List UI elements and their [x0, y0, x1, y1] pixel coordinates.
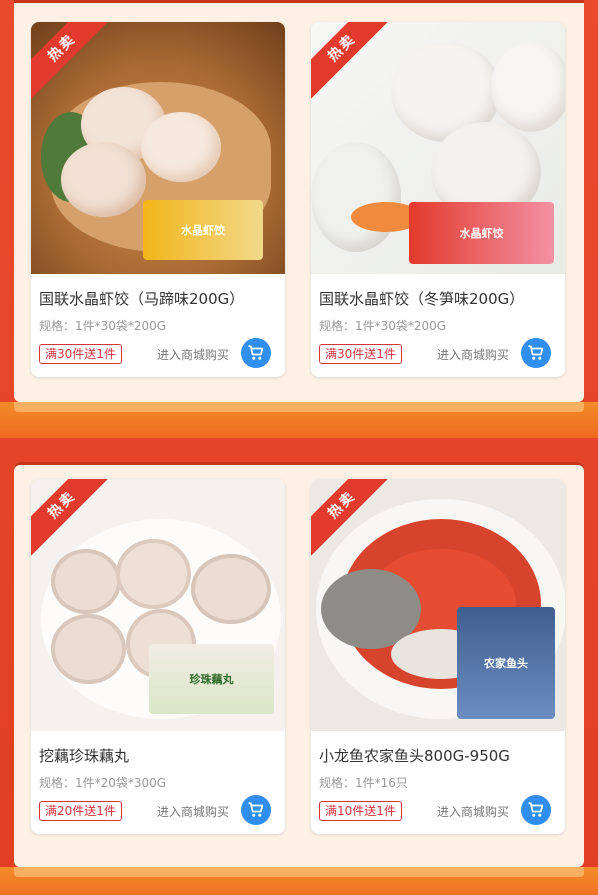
- product-card[interactable]: 水晶虾饺 热卖 国联水晶虾饺（马蹄味200G） 规格：1件*30袋*200G 满…: [31, 22, 285, 377]
- buy-link[interactable]: 进入商城购买: [157, 346, 229, 363]
- product-title[interactable]: 挖藕珍珠藕丸: [39, 745, 129, 766]
- promo-badge: 满30件送1件: [39, 344, 122, 364]
- product-title[interactable]: 小龙鱼农家鱼头800G-950G: [319, 745, 510, 766]
- cart-button[interactable]: [241, 338, 271, 368]
- cart-icon: [528, 802, 544, 817]
- buy-link[interactable]: 进入商城购买: [157, 803, 229, 820]
- product-image[interactable]: 农家鱼头 热卖: [311, 479, 565, 731]
- product-card[interactable]: 水晶虾饺 热卖 国联水晶虾饺（冬笋味200G） 规格：1件*30袋*200G 满…: [311, 22, 565, 377]
- buy-link[interactable]: 进入商城购买: [437, 346, 509, 363]
- package-image: 珍珠藕丸: [149, 644, 274, 714]
- package-image: 农家鱼头: [457, 607, 555, 719]
- product-spec: 规格：1件*30袋*200G: [39, 319, 167, 333]
- product-card[interactable]: 珍珠藕丸 热卖 挖藕珍珠藕丸 规格：1件*20袋*300G 满20件送1件 进入…: [31, 479, 285, 834]
- product-image[interactable]: 水晶虾饺 热卖: [311, 22, 565, 274]
- product-spec: 规格：1件*30袋*200G: [319, 319, 447, 333]
- product-image[interactable]: 水晶虾饺 热卖: [31, 22, 285, 274]
- promo-badge: 满10件送1件: [319, 801, 402, 821]
- cart-icon: [528, 345, 544, 360]
- promo-badge: 满30件送1件: [319, 344, 402, 364]
- cart-button[interactable]: [241, 795, 271, 825]
- page: 水晶虾饺 热卖 国联水晶虾饺（马蹄味200G） 规格：1件*30袋*200G 满…: [0, 0, 598, 895]
- package-image: 水晶虾饺: [143, 200, 263, 260]
- product-title[interactable]: 国联水晶虾饺（马蹄味200G）: [39, 288, 244, 309]
- section-divider-band: [0, 867, 598, 895]
- product-title[interactable]: 国联水晶虾饺（冬笋味200G）: [319, 288, 524, 309]
- promo-badge: 满20件送1件: [39, 801, 122, 821]
- cart-button[interactable]: [521, 795, 551, 825]
- cart-icon: [248, 345, 264, 360]
- buy-link[interactable]: 进入商城购买: [437, 803, 509, 820]
- product-image[interactable]: 珍珠藕丸 热卖: [31, 479, 285, 731]
- product-spec: 规格：1件*20袋*300G: [39, 776, 167, 790]
- product-spec: 规格：1件*16只: [319, 776, 408, 790]
- product-card[interactable]: 农家鱼头 热卖 小龙鱼农家鱼头800G-950G 规格：1件*16只 满10件送…: [311, 479, 565, 834]
- section-divider-band: [0, 402, 598, 438]
- cart-button[interactable]: [521, 338, 551, 368]
- cart-icon: [248, 802, 264, 817]
- package-image: 水晶虾饺: [409, 202, 554, 264]
